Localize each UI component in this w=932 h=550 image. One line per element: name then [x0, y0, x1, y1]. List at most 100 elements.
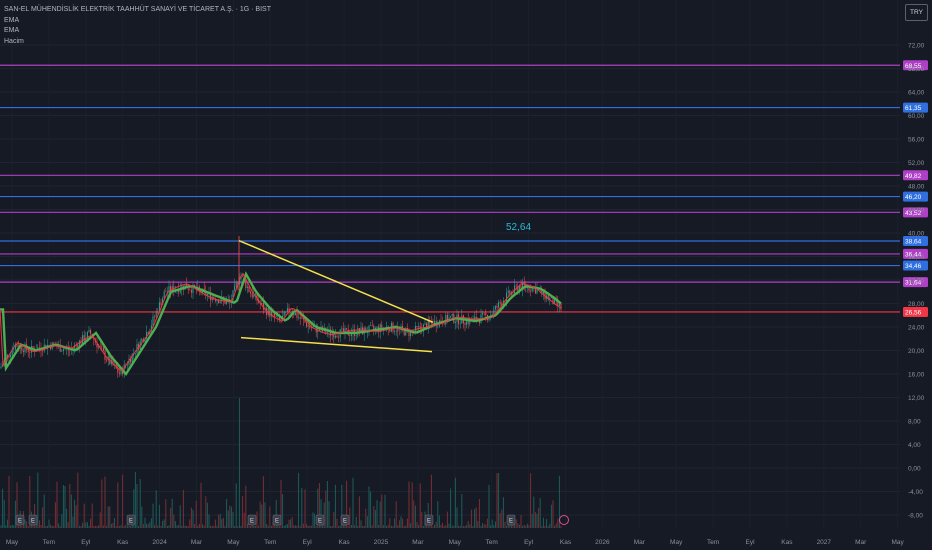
candle-body	[22, 350, 24, 353]
candle-body	[134, 353, 136, 354]
volume-bar	[298, 472, 300, 528]
volume-bar	[195, 500, 197, 528]
volume-bar	[363, 525, 365, 528]
last-price-label: 26,56	[905, 309, 922, 316]
candle-body	[474, 316, 476, 319]
candle-body	[0, 366, 2, 369]
volume-bar	[451, 525, 453, 528]
currency-button[interactable]: TRY	[905, 4, 928, 21]
volume-bar	[296, 525, 298, 528]
volume-bar	[370, 491, 372, 528]
volume-bar	[224, 525, 226, 528]
y-tick-label: 4,00	[908, 442, 921, 449]
candle-body	[280, 319, 282, 321]
volume-bar	[46, 525, 48, 528]
volume-bar	[477, 521, 479, 528]
y-tick-label: 8,00	[908, 419, 921, 426]
volume-bar	[475, 507, 477, 528]
volume-bar	[397, 525, 399, 528]
candle-body	[187, 288, 189, 290]
volume-bar	[432, 525, 434, 528]
volume-bar	[162, 520, 164, 528]
candle-body	[454, 321, 456, 323]
volume-bar	[146, 523, 148, 528]
volume-bar	[502, 497, 504, 528]
volume-bar	[187, 525, 189, 528]
candle-body	[443, 323, 445, 325]
volume-bar	[254, 525, 256, 528]
candle-body	[451, 314, 453, 317]
volume-bar	[544, 525, 546, 528]
volume-bar	[0, 525, 2, 528]
candle-body	[366, 332, 368, 333]
ema-indicator-2[interactable]: EMA	[4, 26, 271, 37]
candle-body	[189, 289, 191, 291]
candle-body	[394, 331, 396, 332]
price-axis: 72,00 68,00 64,00 60,00 56,00 52,00 48,00 44,00…	[908, 43, 925, 520]
level-label: 46,20	[905, 194, 922, 201]
volume-bar	[67, 522, 69, 528]
volume-bar	[301, 488, 303, 528]
volume-bar	[77, 472, 79, 528]
candle-body	[275, 316, 277, 317]
volume-bar	[334, 484, 336, 528]
candle-body	[10, 355, 12, 358]
volume-bar	[549, 523, 551, 528]
candle-body	[155, 311, 157, 317]
volume-bar	[61, 514, 63, 528]
price-chart[interactable]: 68,5561,3549,8246,2043,5238,6436,4434,46…	[0, 0, 932, 550]
x-tick-label: Mar	[634, 539, 646, 546]
chart-title[interactable]: SAN-EL MÜHENDİSLİK ELEKTRİK TAAHHÜT SANA…	[4, 5, 271, 16]
ema-indicator-1[interactable]: EMA	[4, 16, 271, 27]
volume-bar	[517, 523, 519, 528]
dividend-marker[interactable]	[559, 515, 569, 525]
x-tick-label: Eyl	[81, 539, 91, 546]
x-tick-label: Kas	[117, 539, 129, 546]
volume-bar	[150, 518, 152, 528]
volume-bar	[405, 525, 407, 528]
volume-bar	[240, 525, 242, 528]
volume-bar	[350, 525, 352, 528]
volume-bar	[443, 525, 445, 528]
volume-bar	[421, 511, 423, 528]
candle-body	[13, 349, 15, 351]
y-tick-label: 48,00	[908, 184, 925, 191]
ema-lines	[0, 271, 562, 377]
candle-body	[482, 312, 484, 315]
candle-body	[141, 338, 143, 342]
volume-bar	[290, 519, 292, 528]
x-tick-label: Tem	[264, 539, 276, 546]
candle-body	[355, 335, 357, 337]
volume-bar	[74, 499, 76, 528]
volume-bar	[3, 499, 5, 528]
candle-body	[88, 330, 90, 333]
volume-bar	[325, 490, 327, 528]
candle-body	[219, 301, 221, 304]
volume-bar	[528, 525, 530, 528]
earnings-marker-label: E	[509, 519, 513, 525]
volume-bar	[491, 519, 493, 528]
y-tick-label: 24,00	[908, 325, 925, 332]
volume-bar	[442, 522, 444, 528]
volume-bar	[123, 525, 125, 528]
volume-bar	[338, 525, 340, 528]
x-tick-label: May	[891, 539, 904, 546]
candle-body	[38, 347, 40, 349]
volume-bar	[306, 523, 308, 528]
volume-bar	[211, 525, 213, 528]
volume-bar	[398, 520, 400, 528]
level-label: 61,35	[905, 105, 922, 112]
level-label: 49,82	[905, 173, 922, 180]
candle-body	[515, 285, 517, 287]
volume-bar	[304, 489, 306, 528]
volume-bar	[130, 526, 132, 528]
volume-bar	[309, 525, 311, 528]
volume-indicator[interactable]: Hacim	[4, 37, 271, 48]
volume-bar	[80, 525, 82, 528]
volume-bar	[138, 525, 140, 528]
y-tick-label: -8,00	[908, 513, 923, 520]
candles	[0, 235, 562, 378]
candle-body	[250, 291, 252, 294]
volume-bar	[267, 525, 269, 528]
candle-body	[445, 314, 447, 325]
